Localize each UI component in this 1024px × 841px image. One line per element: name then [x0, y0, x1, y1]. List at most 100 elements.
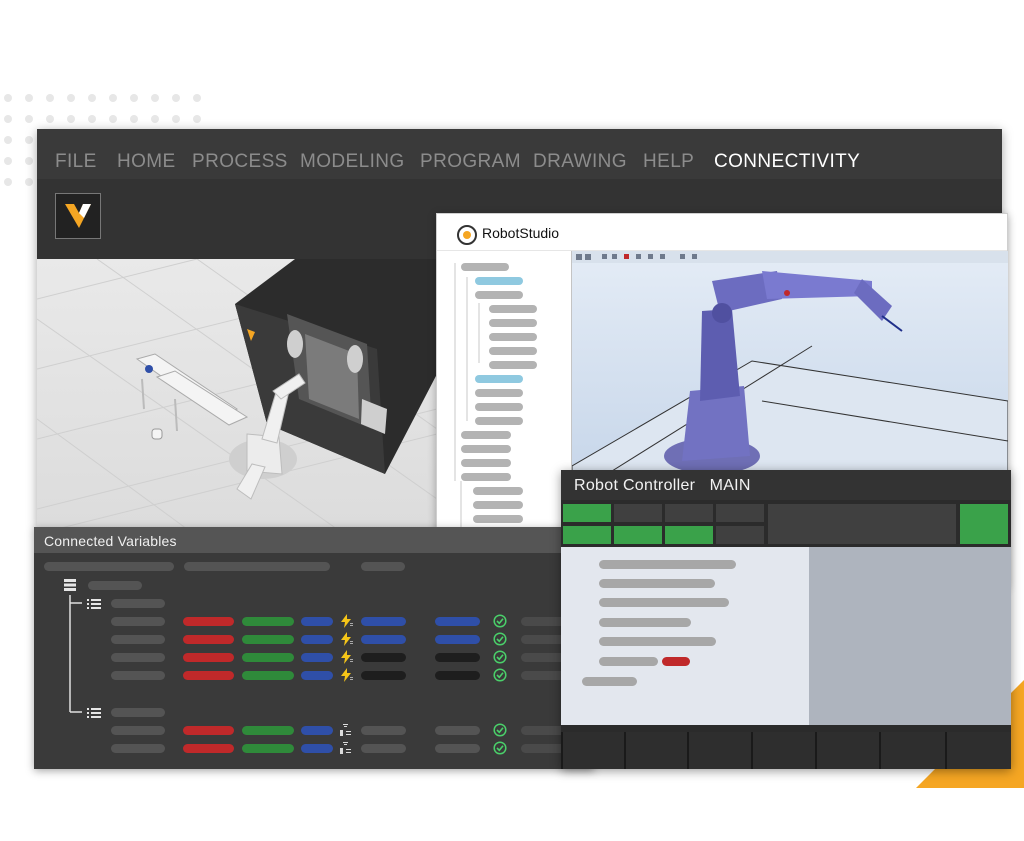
- function-key-button[interactable]: [879, 732, 945, 769]
- tree-item[interactable]: [489, 319, 537, 327]
- tree-item[interactable]: [461, 445, 511, 453]
- tree-item[interactable]: [473, 501, 523, 509]
- tree-item[interactable]: [475, 291, 523, 299]
- tree-item[interactable]: [475, 375, 523, 383]
- program-line[interactable]: [599, 618, 691, 627]
- tree-item[interactable]: [489, 305, 537, 313]
- variable-value: [242, 671, 294, 680]
- app-logo[interactable]: [55, 193, 101, 239]
- menu-home[interactable]: HOME: [117, 151, 176, 173]
- status-cell-active[interactable]: [563, 504, 611, 522]
- robotstudio-3d-view[interactable]: [571, 251, 1008, 471]
- menu-program[interactable]: PROGRAM: [420, 151, 521, 173]
- decorative-dot: [193, 94, 201, 102]
- variable-value: [435, 617, 480, 626]
- status-cell[interactable]: [768, 504, 956, 544]
- tree-item[interactable]: [473, 487, 523, 495]
- robot-controller-titlebar: Robot Controller MAIN: [561, 470, 1011, 500]
- decorative-dot: [130, 115, 138, 123]
- check-icon: [493, 741, 507, 755]
- status-cell[interactable]: [665, 504, 713, 522]
- program-line[interactable]: [599, 637, 716, 646]
- decorative-dot: [88, 94, 96, 102]
- tree-item[interactable]: [461, 473, 511, 481]
- variable-value: [183, 671, 234, 680]
- program-editor[interactable]: [561, 547, 809, 725]
- workcell-3d-scene: [37, 259, 437, 529]
- variable-value: [361, 617, 406, 626]
- tree-item[interactable]: [461, 431, 511, 439]
- menu-help[interactable]: HELP: [643, 151, 694, 173]
- root-label: [88, 581, 142, 590]
- tree-item[interactable]: [489, 347, 537, 355]
- decorative-dot: [151, 94, 159, 102]
- variable-value: [361, 653, 406, 662]
- tree-item[interactable]: [489, 361, 537, 369]
- controller-name: Robot Controller: [574, 477, 696, 494]
- status-cell-active[interactable]: [665, 526, 713, 544]
- tree-item[interactable]: [473, 515, 523, 523]
- robotstudio-titlebar: RobotStudio: [437, 214, 1007, 251]
- program-line[interactable]: [599, 598, 729, 607]
- menu-connectivity[interactable]: CONNECTIVITY: [714, 151, 860, 173]
- program-line[interactable]: [582, 677, 637, 686]
- decorative-dot: [67, 94, 75, 102]
- status-cell[interactable]: [716, 526, 764, 544]
- tree-item[interactable]: [461, 263, 509, 271]
- bolt-icon: [341, 632, 353, 646]
- program-line[interactable]: [662, 657, 690, 666]
- status-cell[interactable]: [716, 504, 764, 522]
- decorative-dot: [109, 94, 117, 102]
- status-cell-active[interactable]: [563, 526, 611, 544]
- tree-item[interactable]: [489, 333, 537, 341]
- variable-value: [183, 726, 234, 735]
- function-key-button[interactable]: [751, 732, 815, 769]
- function-key-button[interactable]: [624, 732, 687, 769]
- program-line[interactable]: [599, 657, 658, 666]
- menu-process[interactable]: PROCESS: [192, 151, 288, 173]
- variable-value: [183, 635, 234, 644]
- function-key-button[interactable]: [815, 732, 879, 769]
- column-header: [184, 562, 330, 571]
- program-line[interactable]: [599, 560, 736, 569]
- menu-modeling[interactable]: MODELING: [300, 151, 405, 173]
- group-label: [111, 599, 165, 608]
- program-line[interactable]: [599, 579, 715, 588]
- menu-drawing[interactable]: DRAWING: [533, 151, 627, 173]
- function-key-button[interactable]: [687, 732, 751, 769]
- tree-item[interactable]: [475, 389, 523, 397]
- decorative-dot: [151, 115, 159, 123]
- v-logo-icon: [65, 204, 91, 228]
- check-icon: [493, 723, 507, 737]
- function-key-button[interactable]: [561, 732, 624, 769]
- variable-type: [301, 744, 333, 753]
- variable-name: [111, 617, 165, 626]
- variable-name: [111, 671, 165, 680]
- status-cell-active[interactable]: [614, 526, 662, 544]
- menu-bar: FILE HOME PROCESS MODELING PROGRAM DRAWI…: [37, 129, 1002, 179]
- bolt-icon: [341, 668, 353, 682]
- variable-type: [301, 617, 333, 626]
- status-cell-active[interactable]: [960, 504, 1008, 544]
- check-icon: [493, 650, 507, 664]
- decorative-dot: [130, 94, 138, 102]
- variable-name: [111, 653, 165, 662]
- variable-name: [111, 744, 165, 753]
- column-header: [361, 562, 405, 571]
- tree-item[interactable]: [475, 277, 523, 285]
- status-cell[interactable]: [614, 504, 662, 522]
- connected-variables-panel: Connected Variables: [34, 527, 594, 769]
- tree-item[interactable]: [475, 403, 523, 411]
- decorative-dot: [172, 94, 180, 102]
- variable-value: [435, 653, 480, 662]
- bolt-icon: [341, 650, 353, 664]
- controller-task: MAIN: [709, 477, 751, 494]
- decorative-dot: [109, 115, 117, 123]
- tree-item[interactable]: [475, 417, 523, 425]
- simulation-viewport[interactable]: [37, 259, 437, 529]
- variable-value: [183, 744, 234, 753]
- tree-item[interactable]: [461, 459, 511, 467]
- function-key-button[interactable]: [945, 732, 1011, 769]
- decorative-dot: [25, 115, 33, 123]
- menu-file[interactable]: FILE: [55, 151, 97, 173]
